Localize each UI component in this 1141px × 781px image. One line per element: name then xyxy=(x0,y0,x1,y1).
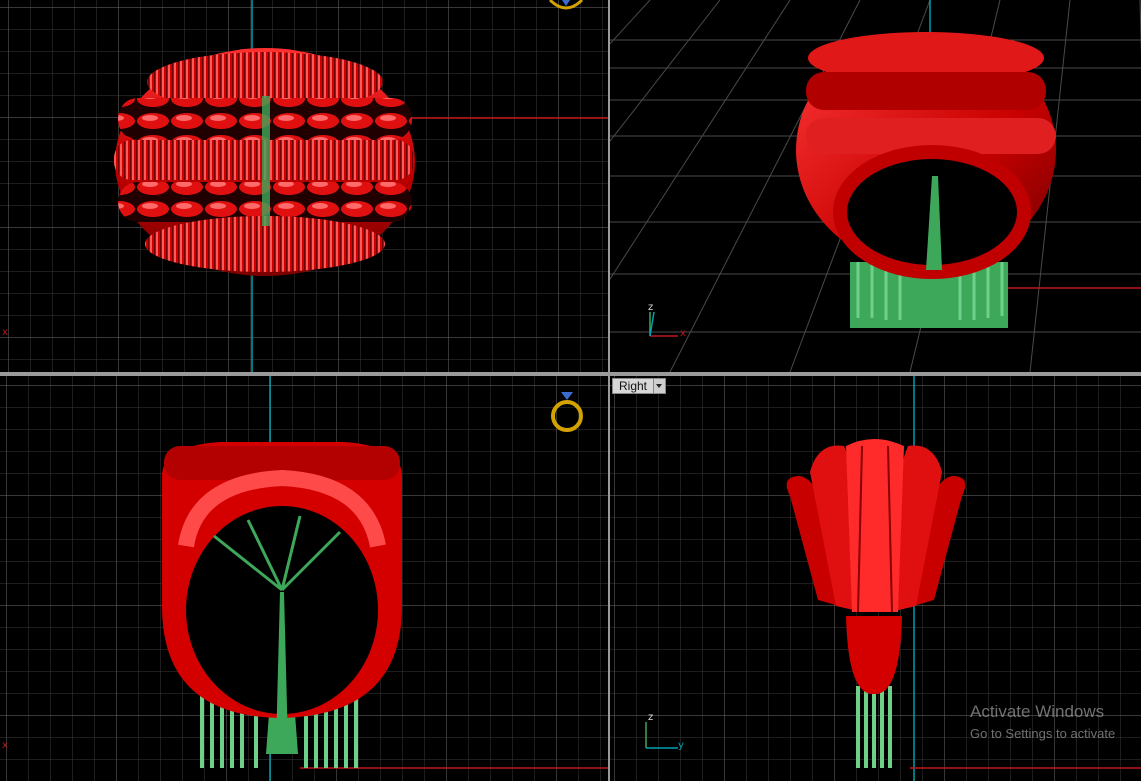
ring-gem-icon[interactable] xyxy=(548,384,586,434)
viewport-perspective-canvas xyxy=(610,0,1141,372)
perspective-axis-z-label: z xyxy=(648,302,654,313)
chevron-down-icon[interactable] xyxy=(653,379,666,393)
right-axis-y-label: y xyxy=(678,740,684,751)
viewport-right-label: Right xyxy=(619,379,648,393)
ring-model-perspective[interactable] xyxy=(796,32,1056,328)
ring-gem-icon[interactable] xyxy=(548,0,584,12)
viewport-top-canvas xyxy=(0,0,608,372)
perspective-axis-x-label: x xyxy=(680,328,686,339)
activate-windows-subtitle: Go to Settings to activate xyxy=(970,726,1116,741)
viewport-right-label-tab[interactable]: Right xyxy=(612,378,667,394)
ring-model-top[interactable] xyxy=(114,48,415,276)
viewport-divider-vertical[interactable] xyxy=(608,0,610,781)
front-axis-x-label: x xyxy=(2,740,8,751)
viewport-divider-horizontal[interactable] xyxy=(0,372,1141,376)
activate-windows-title: Activate Windows xyxy=(970,702,1105,721)
right-axis-z-label: z xyxy=(648,712,654,723)
viewport-top[interactable]: x xyxy=(0,0,608,372)
viewport-front[interactable]: x xyxy=(0,376,608,781)
top-axis-x-label: x xyxy=(2,327,8,338)
viewport-perspective[interactable]: z x xyxy=(610,0,1141,372)
viewport-front-canvas xyxy=(0,376,608,781)
